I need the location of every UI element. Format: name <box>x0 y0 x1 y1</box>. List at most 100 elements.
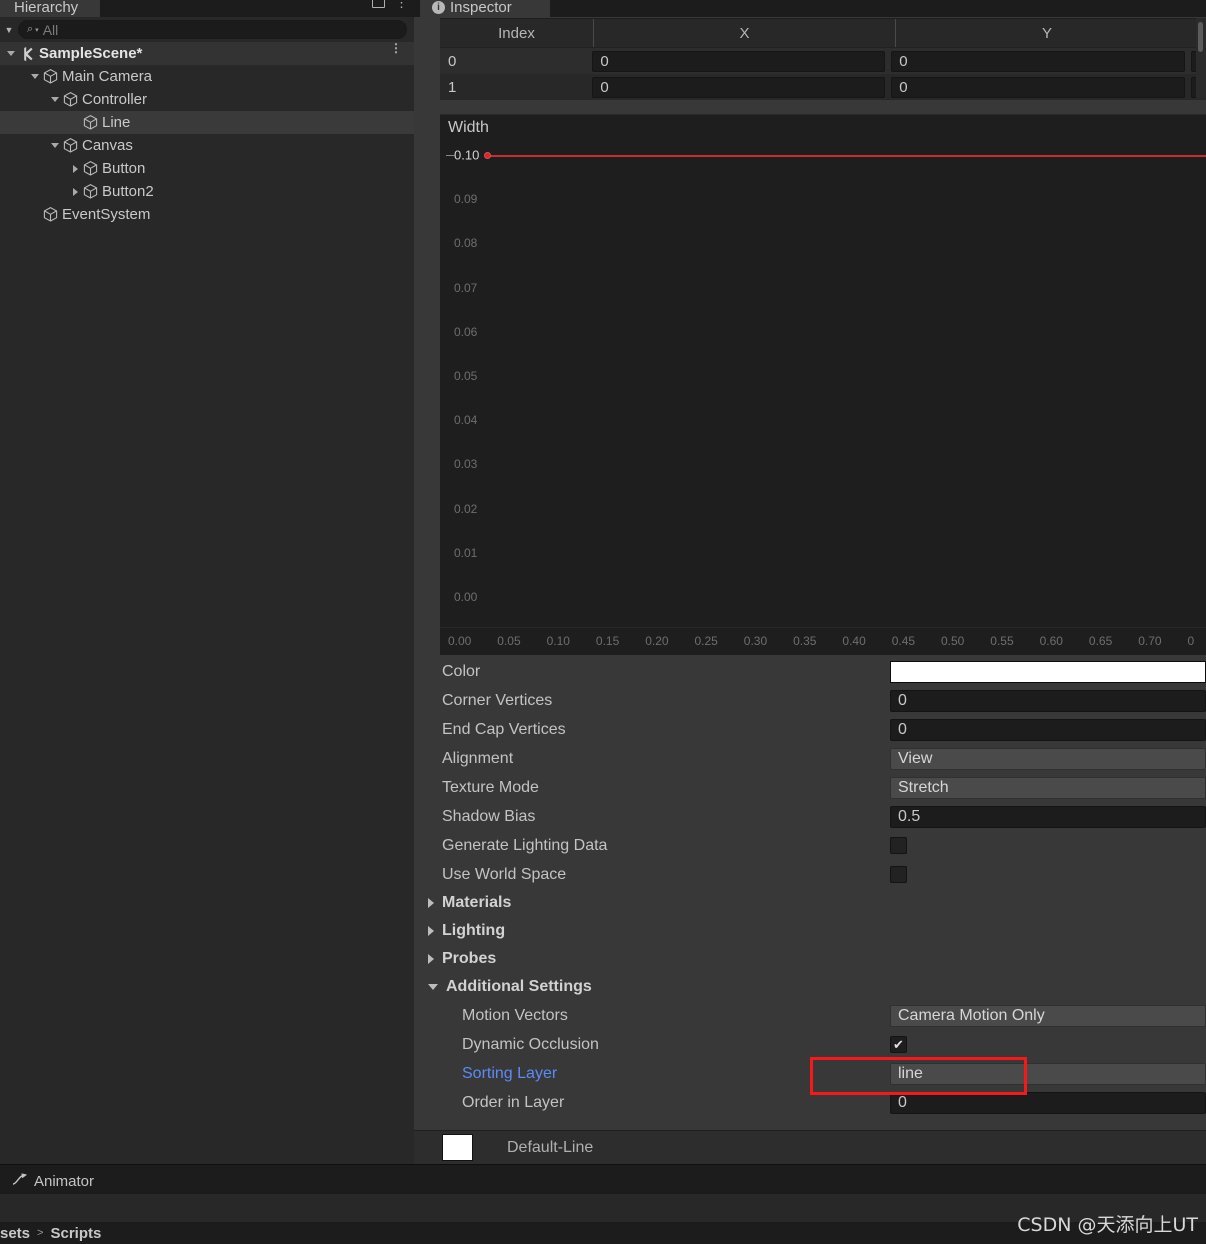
property-value: Stretch <box>890 776 1206 799</box>
number-field[interactable]: 0 <box>890 1091 1206 1114</box>
animator-tabstrip: Animator <box>0 1164 414 1194</box>
hierarchy-item-label: SampleScene* <box>39 45 143 62</box>
search-input[interactable]: ⌕ ▾ All <box>18 20 407 39</box>
collapse-caret-icon[interactable] <box>68 187 82 196</box>
checkbox-checked[interactable]: ✔ <box>890 1036 907 1053</box>
expand-caret-icon[interactable] <box>48 143 62 148</box>
x-axis-tick-label: 0.60 <box>1039 634 1063 648</box>
hierarchy-item-line[interactable]: Line <box>0 111 414 134</box>
chevron-right-icon[interactable] <box>428 954 434 964</box>
breadcrumb-leaf[interactable]: Scripts <box>50 1225 101 1242</box>
width-curve-graph[interactable]: Width 0.10 0.09 0.08 0.07 0.06 0.05 0.04 0.03 0.… <box>440 114 1206 655</box>
chevron-right-icon[interactable] <box>428 926 434 936</box>
gameobject-cube-icon <box>83 114 98 130</box>
expand-caret-icon[interactable] <box>48 97 62 102</box>
checkbox-unchecked[interactable] <box>890 837 907 854</box>
dropdown-field[interactable]: Stretch <box>890 776 1206 799</box>
property-label[interactable]: Sorting Layer <box>414 1065 890 1083</box>
property-value: ✔ <box>890 1036 1206 1053</box>
property-label: Motion Vectors <box>462 1006 568 1024</box>
x-axis-tick-label: 0.10 <box>546 634 570 648</box>
column-header-x[interactable]: X <box>594 19 896 47</box>
hierarchy-item-controller[interactable]: Controller <box>0 88 414 111</box>
kebab-menu-icon[interactable]: ⋮ <box>395 0 408 9</box>
number-field[interactable]: 0 <box>890 689 1206 712</box>
table-row[interactable]: 000 <box>440 48 1206 74</box>
y-axis-tick-label: 0.09 <box>454 192 478 207</box>
gameobject-cube-icon <box>63 137 78 153</box>
tab-inspector[interactable]: i Inspector <box>420 0 550 17</box>
x-axis-tick-label: 0.35 <box>793 634 817 648</box>
property-label: Texture Mode <box>442 778 539 796</box>
x-axis-tick-label: 0.05 <box>497 634 521 648</box>
hierarchy-item-button2[interactable]: Button2 <box>0 180 414 203</box>
cell-x-field[interactable]: 0 <box>592 50 886 72</box>
line-renderer-properties: Color Corner Vertices 0 End Cap Vertices 0 Al… <box>414 657 1206 1117</box>
property-value <box>890 837 1206 854</box>
hierarchy-item-label: EventSystem <box>62 206 151 223</box>
property-value: 0 <box>890 1091 1206 1114</box>
y-axis-tick-label: 0.05 <box>454 369 478 383</box>
property-label: Use World Space <box>442 865 567 883</box>
property-row-color: Color <box>414 657 1206 686</box>
number-field[interactable]: 0.5 <box>890 805 1206 828</box>
chevron-down-icon[interactable] <box>428 984 438 990</box>
chevron-down-icon: ▾ <box>35 26 39 34</box>
number-field[interactable]: 0 <box>890 718 1206 741</box>
property-value: 0 <box>890 718 1206 741</box>
x-axis-tick-label: 0.40 <box>842 634 866 648</box>
color-swatch-field[interactable] <box>890 660 1206 683</box>
column-header-index[interactable]: Index <box>440 19 594 47</box>
tab-animator[interactable]: Animator <box>12 1169 94 1194</box>
material-footer-row[interactable]: Default-Line <box>414 1130 1206 1164</box>
dropdown-field[interactable]: View <box>890 747 1206 770</box>
expand-caret-icon[interactable] <box>4 51 18 56</box>
column-header-y[interactable]: Y <box>896 19 1199 47</box>
gameobject-cube-icon <box>83 160 98 176</box>
collapse-caret-icon[interactable] <box>68 164 82 173</box>
hierarchy-tabstrip: Hierarchy ⋮ <box>0 0 414 17</box>
collapse-caret-icon[interactable]: ▼ <box>0 25 18 35</box>
property-row-sorting-layer: Sorting Layer line <box>414 1059 1206 1088</box>
hierarchy-item-canvas[interactable]: Canvas <box>0 134 414 157</box>
hierarchy-item-main-camera[interactable]: Main Camera <box>0 65 414 88</box>
tab-hierarchy[interactable]: Hierarchy <box>0 0 100 17</box>
search-icon: ⌕ <box>27 23 34 35</box>
hierarchy-item-samplescene[interactable]: SampleScene* ⋮ <box>0 42 414 65</box>
expand-caret-icon[interactable] <box>28 74 42 79</box>
graph-plot-area[interactable]: 0.10 0.09 0.08 0.07 0.06 0.05 0.04 0.03 0.02 0.01… <box>440 143 1206 627</box>
x-axis-tick-label: 0 <box>1187 634 1195 648</box>
scrollbar-thumb[interactable] <box>1198 22 1203 52</box>
y-axis-tick-label: 0.08 <box>454 236 478 251</box>
graph-title: Width <box>448 119 489 136</box>
unity-scene-icon <box>24 46 33 61</box>
cell-y-field[interactable]: 0 <box>891 50 1185 72</box>
inspector-scrollbar[interactable] <box>1196 18 1206 98</box>
kebab-menu-icon[interactable]: ⋮ <box>390 42 402 54</box>
hierarchy-item-label: Canvas <box>82 137 133 154</box>
property-row-shadow-bias: Shadow Bias 0.5 <box>414 802 1206 831</box>
cell-x-field[interactable]: 0 <box>592 76 886 98</box>
property-value <box>890 660 1206 683</box>
foldout-probes[interactable]: Probes <box>414 945 1206 973</box>
property-label: Color <box>442 662 481 680</box>
hierarchy-panel: Hierarchy ⋮ ▼ ⌕ ▾ All SampleScene* ⋮ Main … <box>0 0 414 1164</box>
hierarchy-item-eventsystem[interactable]: EventSystem <box>0 203 414 226</box>
cell-y-field[interactable]: 0 <box>891 76 1185 98</box>
chevron-right-icon[interactable] <box>428 898 434 908</box>
table-row[interactable]: 1 00 <box>440 74 1206 100</box>
curve-keyframe-handle[interactable] <box>484 152 491 159</box>
hierarchy-item-button[interactable]: Button <box>0 157 414 180</box>
keyframe-table-body: 000100 <box>440 48 1206 100</box>
foldout-lighting[interactable]: Lighting <box>414 917 1206 945</box>
dropdown-field[interactable]: line <box>890 1062 1206 1085</box>
property-row-order-in-layer: Order in Layer 0 <box>414 1088 1206 1117</box>
breadcrumb-root[interactable]: sets <box>0 1225 30 1242</box>
dropdown-field[interactable]: Camera Motion Only <box>890 1004 1206 1027</box>
watermark-text: CSDN @天添向上UT <box>1017 1214 1198 1236</box>
window-layout-icon[interactable] <box>372 0 385 8</box>
hierarchy-item-label: Line <box>102 114 131 131</box>
checkbox-unchecked[interactable] <box>890 866 907 883</box>
foldout-additional-settings[interactable]: Additional Settings <box>414 973 1206 1001</box>
foldout-materials[interactable]: Materials <box>414 889 1206 917</box>
